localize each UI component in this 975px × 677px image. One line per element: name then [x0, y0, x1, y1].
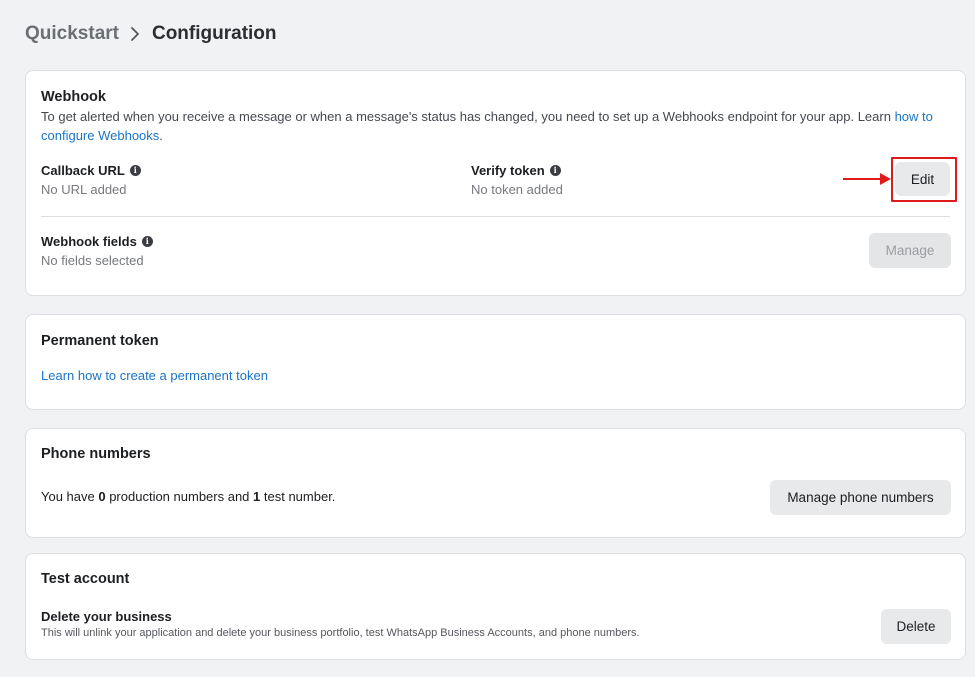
- webhook-fields-field: Webhook fields i No fields selected: [41, 234, 153, 268]
- webhook-card: Webhook To get alerted when you receive …: [25, 70, 966, 296]
- manage-phone-numbers-button[interactable]: Manage phone numbers: [770, 480, 951, 515]
- verify-token-field: Verify token i No token added: [471, 163, 563, 197]
- webhook-title: Webhook: [41, 89, 106, 105]
- phone-summary-text: production numbers and: [105, 489, 254, 504]
- verify-token-value: No token added: [471, 182, 563, 197]
- page: Quickstart Configuration Webhook To get …: [0, 0, 975, 677]
- breadcrumb: Quickstart Configuration: [25, 23, 277, 45]
- breadcrumb-quickstart-link[interactable]: Quickstart: [25, 23, 119, 45]
- verify-token-label-row: Verify token i: [471, 163, 563, 178]
- test-account-title: Test account: [41, 571, 130, 587]
- webhook-description-text: To get alerted when you receive a messag…: [41, 109, 891, 124]
- phone-summary-text: test number.: [260, 489, 336, 504]
- phone-numbers-card: Phone numbers You have 0 production numb…: [25, 428, 966, 538]
- info-icon[interactable]: i: [129, 165, 141, 176]
- arrow-right-icon: [842, 172, 892, 191]
- phone-summary-text: You have: [41, 489, 99, 504]
- delete-button[interactable]: Delete: [881, 609, 951, 644]
- phone-numbers-summary: You have 0 production numbers and 1 test…: [41, 487, 335, 506]
- delete-business-description: This will unlink your application and de…: [41, 627, 640, 639]
- webhook-fields-label: Webhook fields: [41, 234, 137, 249]
- callback-url-field: Callback URL i No URL added: [41, 163, 141, 197]
- verify-token-label: Verify token: [471, 163, 545, 178]
- permanent-token-card: Permanent token Learn how to create a pe…: [25, 314, 966, 410]
- test-account-card: Test account Delete your business This w…: [25, 553, 966, 660]
- callback-url-label-row: Callback URL i: [41, 163, 141, 178]
- info-icon[interactable]: i: [141, 236, 153, 247]
- chevron-right-icon: [128, 24, 142, 44]
- highlight-box: [891, 157, 957, 202]
- page-title: Configuration: [151, 23, 277, 44]
- webhook-fields-value: No fields selected: [41, 253, 144, 268]
- production-count: 0: [98, 489, 106, 504]
- permanent-token-title: Permanent token: [41, 333, 159, 349]
- callback-url-value: No URL added: [41, 182, 127, 197]
- manage-webhook-fields-button[interactable]: Manage: [869, 233, 951, 268]
- callback-url-label: Callback URL: [41, 163, 125, 178]
- info-icon[interactable]: i: [549, 165, 561, 176]
- webhook-description-period: .: [159, 128, 163, 143]
- delete-business-title: Delete your business: [41, 609, 172, 624]
- permanent-token-link[interactable]: Learn how to create a permanent token: [41, 366, 268, 385]
- divider: [41, 216, 950, 217]
- webhook-fields-label-row: Webhook fields i: [41, 234, 153, 249]
- webhook-description: To get alerted when you receive a messag…: [41, 107, 946, 145]
- phone-numbers-title: Phone numbers: [41, 446, 151, 462]
